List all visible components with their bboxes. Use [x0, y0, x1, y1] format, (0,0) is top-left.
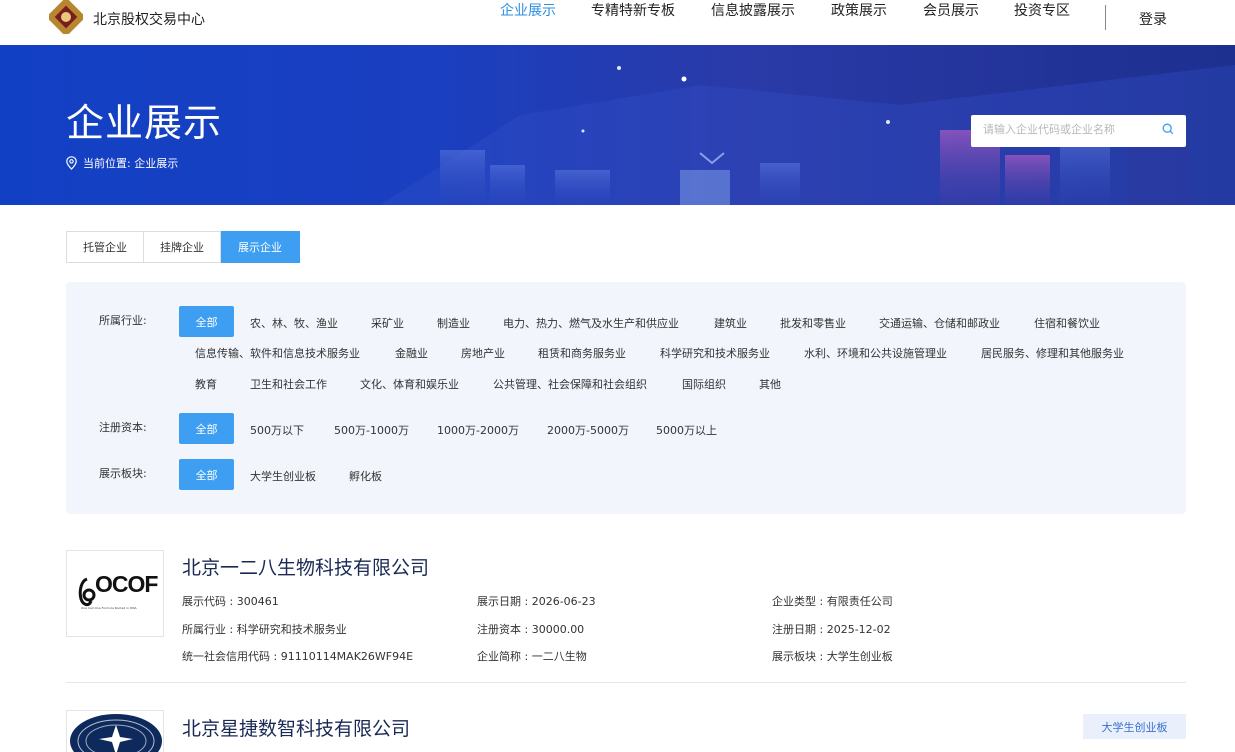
- nav-policy[interactable]: 政策展示: [831, 0, 887, 20]
- company-field: 展示板块 : 大学生创业板: [772, 650, 893, 663]
- nav-company-showcase[interactable]: 企业展示: [500, 0, 556, 20]
- industry-option[interactable]: 采矿业: [371, 315, 404, 331]
- nav-divider: [1105, 5, 1106, 30]
- company-field: 注册资本 : 30000.00: [477, 623, 585, 636]
- capital-filter-label: 注册资本:: [99, 421, 147, 434]
- tab-showcase[interactable]: 展示企业: [221, 231, 300, 263]
- industry-option[interactable]: 居民服务、修理和其他服务业: [981, 345, 1124, 361]
- capital-option[interactable]: 5000万以上: [656, 422, 717, 438]
- exchange-logo-icon[interactable]: [49, 0, 83, 34]
- login-link[interactable]: 登录: [1139, 9, 1167, 29]
- company-card: OCOF One Cell One Formula Rooted in DNA …: [66, 550, 1186, 670]
- company-logo-tagline: One Cell One Formula Rooted in DNA: [81, 606, 137, 610]
- company-name[interactable]: 北京星捷数智科技有限公司: [182, 714, 410, 741]
- company-name[interactable]: 北京一二八生物科技有限公司: [182, 553, 429, 580]
- industry-option[interactable]: 公共管理、社会保障和社会组织: [493, 376, 647, 392]
- star-emblem-logo-icon: [70, 714, 162, 752]
- search-icon[interactable]: [1162, 123, 1174, 135]
- industry-option[interactable]: 建筑业: [714, 315, 747, 331]
- industry-option[interactable]: 住宿和餐饮业: [1034, 315, 1100, 331]
- company-field: 展示日期 : 2026-06-23: [477, 595, 596, 608]
- company-logo-text: OCOF: [95, 571, 158, 597]
- page-title: 企业展示: [66, 101, 223, 145]
- nav-specialized-board[interactable]: 专精特新专板: [591, 0, 675, 20]
- tab-custody[interactable]: 托管企业: [66, 231, 144, 263]
- location-pin-icon: [66, 156, 77, 170]
- industry-option[interactable]: 科学研究和技术服务业: [660, 345, 770, 361]
- company-card: 北京星捷数智科技有限公司: [66, 710, 1186, 752]
- search-input[interactable]: [983, 123, 1153, 136]
- capital-all-button[interactable]: 全部: [179, 413, 234, 444]
- nav-members[interactable]: 会员展示: [923, 0, 979, 20]
- industry-option[interactable]: 农、林、牧、渔业: [250, 315, 338, 331]
- company-logo[interactable]: [66, 710, 164, 752]
- industry-option[interactable]: 卫生和社会工作: [250, 376, 327, 392]
- breadcrumb: 当前位置: 企业展示: [66, 155, 178, 171]
- industry-option[interactable]: 水利、环境和公共设施管理业: [804, 345, 947, 361]
- company-field: 所属行业 : 科学研究和技术服务业: [182, 623, 347, 636]
- industry-option[interactable]: 电力、热力、燃气及水生产和供应业: [503, 315, 679, 331]
- industry-filter-label: 所属行业:: [99, 314, 147, 327]
- nav-investment[interactable]: 投资专区: [1014, 0, 1070, 20]
- industry-option[interactable]: 制造业: [437, 315, 470, 331]
- capital-option[interactable]: 500万以下: [250, 422, 304, 438]
- tab-listed[interactable]: 挂牌企业: [144, 231, 221, 263]
- company-field: 展示代码 : 300461: [182, 595, 279, 608]
- industry-option[interactable]: 批发和零售业: [780, 315, 846, 331]
- industry-option[interactable]: 交通运输、仓储和邮政业: [879, 315, 1000, 331]
- capital-option[interactable]: 1000万-2000万: [437, 422, 519, 438]
- company-logo[interactable]: OCOF One Cell One Formula Rooted in DNA: [66, 550, 164, 637]
- capital-option[interactable]: 500万-1000万: [334, 422, 409, 438]
- industry-option[interactable]: 教育: [195, 376, 217, 392]
- search-box: [971, 115, 1186, 147]
- company-field: 企业简称 : 一二八生物: [477, 650, 587, 663]
- industry-option[interactable]: 信息传输、软件和信息技术服务业: [195, 345, 360, 361]
- company-type-tabs: 托管企业 挂牌企业 展示企业: [66, 231, 300, 263]
- logo-text[interactable]: 北京股权交易中心: [93, 9, 205, 29]
- company-field: 企业类型 : 有限责任公司: [772, 595, 893, 608]
- industry-option[interactable]: 金融业: [395, 345, 428, 361]
- company-field: 注册日期 : 2025-12-02: [772, 623, 891, 636]
- board-badge: 大学生创业板: [1083, 714, 1186, 739]
- breadcrumb-text: 当前位置: 企业展示: [83, 157, 179, 170]
- company-field: 统一社会信用代码 : 91110114MAK26WF94E: [182, 650, 414, 663]
- list-divider: [66, 682, 1186, 683]
- board-all-button[interactable]: 全部: [179, 459, 234, 490]
- industry-all-button[interactable]: 全部: [179, 306, 234, 337]
- board-option[interactable]: 孵化板: [349, 468, 382, 484]
- industry-option[interactable]: 租赁和商务服务业: [538, 345, 626, 361]
- board-filter-label: 展示板块:: [99, 467, 147, 480]
- industry-option[interactable]: 国际组织: [682, 376, 726, 392]
- top-navbar: 北京股权交易中心 企业展示 专精特新专板 信息披露展示 政策展示 会员展示 投资…: [0, 0, 1235, 45]
- industry-option[interactable]: 房地产业: [461, 345, 505, 361]
- industry-option[interactable]: 文化、体育和娱乐业: [360, 376, 459, 392]
- filter-panel: 所属行业: 全部 农、林、牧、渔业 采矿业 制造业 电力、热力、燃气及水生产和供…: [66, 282, 1186, 514]
- nav-disclosure[interactable]: 信息披露展示: [711, 0, 795, 20]
- board-option[interactable]: 大学生创业板: [250, 468, 316, 484]
- industry-option[interactable]: 其他: [759, 376, 781, 392]
- capital-option[interactable]: 2000万-5000万: [547, 422, 629, 438]
